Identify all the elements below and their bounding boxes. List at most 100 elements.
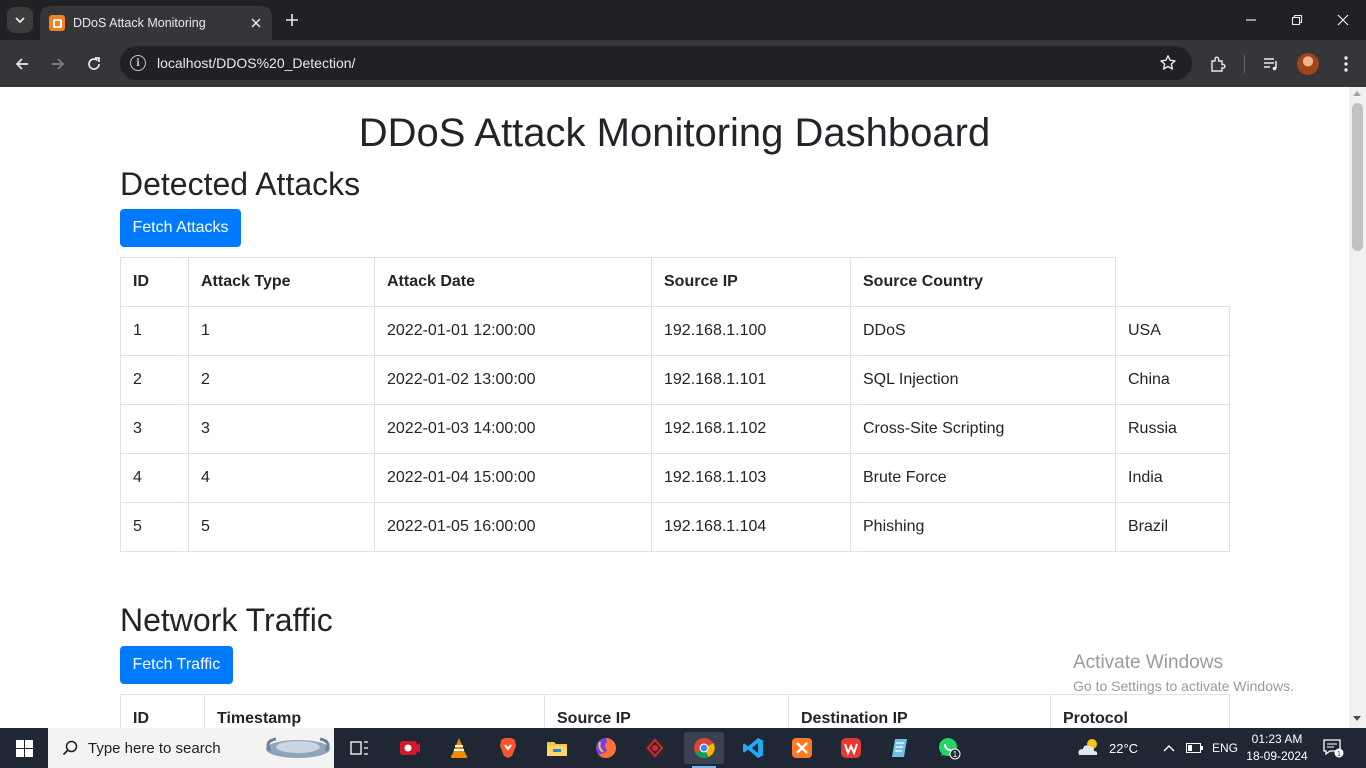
table-cell: India — [1115, 453, 1230, 503]
column-header-protocol: Protocol — [1050, 694, 1230, 728]
search-placeholder: Type here to search — [88, 739, 221, 757]
security-app-icon[interactable] — [635, 732, 675, 764]
info-icon[interactable]: i — [130, 55, 146, 71]
vlc-app-icon[interactable] — [439, 732, 479, 764]
plus-icon — [286, 14, 298, 26]
wps-office-app-icon[interactable] — [831, 732, 871, 764]
chevron-down-icon — [15, 17, 25, 24]
fetch-traffic-button[interactable]: Fetch Traffic — [120, 646, 233, 684]
screen-recorder-app-icon[interactable] — [390, 732, 430, 764]
brave-browser-app-icon[interactable] — [488, 732, 528, 764]
page-title: DDoS Attack Monitoring Dashboard — [358, 111, 991, 155]
table-cell: 2022-01-05 16:00:00 — [374, 502, 652, 552]
back-button[interactable] — [8, 50, 36, 78]
column-header-source-ip: Source IP — [544, 694, 789, 728]
firefox-app-icon[interactable] — [586, 732, 626, 764]
table-cell: Cross-Site Scripting — [850, 404, 1116, 454]
xampp-favicon-icon — [49, 15, 65, 31]
table-cell: 3 — [188, 404, 375, 454]
activate-windows-title: Activate Windows — [1073, 652, 1223, 673]
tab-title: DDoS Attack Monitoring — [73, 16, 206, 30]
table-cell: 5 — [188, 502, 375, 552]
minimize-icon — [1246, 19, 1256, 21]
table-cell: 2 — [120, 355, 189, 405]
extensions-icon[interactable] — [1206, 52, 1230, 76]
table-cell: SQL Injection — [850, 355, 1116, 405]
chrome-app-icon[interactable] — [684, 732, 724, 768]
url-text[interactable]: localhost/DDOS%20_Detection/ — [157, 55, 1158, 71]
fetch-attacks-button[interactable]: Fetch Attacks — [120, 209, 242, 247]
minimize-button[interactable] — [1228, 0, 1274, 40]
reload-icon — [88, 57, 100, 70]
vscode-app-icon[interactable] — [733, 732, 773, 764]
table-cell: Brute Force — [850, 453, 1116, 503]
tab-search-button[interactable] — [7, 7, 33, 33]
table-cell: 2022-01-04 15:00:00 — [374, 453, 652, 503]
table-cell: DDoS — [850, 306, 1116, 356]
taskbar-search-box[interactable]: Type here to search — [48, 728, 334, 768]
whatsapp-app-icon[interactable]: 1 — [929, 732, 969, 764]
partly-cloudy-icon — [1078, 739, 1098, 755]
table-cell: 4 — [188, 453, 375, 503]
table-cell: China — [1115, 355, 1230, 405]
menu-kebab-icon[interactable] — [1334, 52, 1358, 76]
whatsapp-badge: 1 — [953, 750, 958, 759]
column-header-attack-type: Attack Type — [188, 257, 375, 307]
battery-status[interactable] — [1186, 728, 1204, 768]
table-row: 1 1 2022-01-01 12:00:00 192.168.1.100 DD… — [120, 306, 1230, 356]
table-cell: 3 — [120, 404, 189, 454]
address-bar[interactable]: i localhost/DDOS%20_Detection/ — [120, 46, 1192, 80]
language-indicator[interactable]: ENG — [1212, 728, 1238, 768]
activate-windows-subtitle: Go to Settings to activate Windows. — [1073, 678, 1294, 694]
restore-button[interactable] — [1274, 0, 1320, 40]
new-tab-button[interactable] — [280, 8, 304, 32]
reload-button[interactable] — [80, 50, 108, 78]
forward-button[interactable] — [44, 50, 72, 78]
column-header-source-ip: Source IP — [651, 257, 851, 307]
close-icon — [251, 18, 261, 28]
language-label: ENG — [1212, 741, 1239, 755]
start-button[interactable] — [0, 728, 48, 768]
column-header-attack-date: Attack Date — [374, 257, 652, 307]
page-viewport: DDoS Attack Monitoring Dashboard Detecte… — [0, 87, 1349, 728]
notes-app-icon[interactable] — [880, 732, 920, 764]
table-cell: 192.168.1.102 — [651, 404, 851, 454]
bookmark-star-icon[interactable] — [1158, 53, 1178, 73]
taskbar-clock[interactable]: 01:23 AM 18-09-2024 — [1245, 731, 1309, 765]
table-cell: Brazil — [1115, 502, 1230, 552]
xampp-app-icon[interactable] — [782, 732, 822, 764]
show-hidden-icons-button[interactable] — [1162, 728, 1176, 768]
close-window-button[interactable] — [1320, 0, 1366, 40]
page-scrollbar[interactable] — [1349, 87, 1366, 728]
table-cell: 192.168.1.104 — [651, 502, 851, 552]
table-cell: 2022-01-02 13:00:00 — [374, 355, 652, 405]
media-controls-icon[interactable] — [1259, 52, 1283, 76]
browser-tab-active[interactable]: DDoS Attack Monitoring — [40, 6, 272, 40]
weather-widget[interactable]: 22°C — [1076, 728, 1138, 768]
column-header-timestamp: Timestamp — [204, 694, 545, 728]
windows-logo-icon — [15, 739, 33, 757]
table-cell: Russia — [1115, 404, 1230, 454]
table-cell: 1 — [188, 306, 375, 356]
scroll-up-arrow-icon[interactable] — [1353, 91, 1361, 96]
table-cell: 4 — [120, 453, 189, 503]
attacks-table: ID Attack Type Attack Date Source IP Sou… — [120, 257, 1230, 552]
browser-toolbar: i localhost/DDOS%20_Detection/ — [0, 40, 1366, 87]
column-header-source-country: Source Country — [850, 257, 1116, 307]
task-view-icon[interactable] — [340, 732, 380, 764]
arrow-right-icon — [52, 58, 65, 70]
traffic-heading: Network Traffic — [120, 602, 333, 638]
scroll-down-arrow-icon[interactable] — [1353, 716, 1361, 721]
windows-taskbar: Type here to search 1 22°C ENG 01:23 AM … — [0, 728, 1366, 768]
arrow-left-icon — [15, 58, 28, 70]
profile-avatar[interactable] — [1297, 53, 1319, 75]
table-cell: Phishing — [850, 502, 1116, 552]
file-explorer-app-icon[interactable] — [537, 732, 577, 764]
notification-center-button[interactable]: 1 — [1322, 728, 1344, 768]
activate-windows-watermark: Activate Windows Go to Settings to activ… — [1073, 651, 1294, 697]
table-cell: 2 — [188, 355, 375, 405]
scrollbar-thumb[interactable] — [1352, 103, 1363, 251]
tab-close-button[interactable] — [246, 13, 266, 33]
notification-badge: 1 — [1337, 751, 1341, 758]
table-cell: 5 — [120, 502, 189, 552]
